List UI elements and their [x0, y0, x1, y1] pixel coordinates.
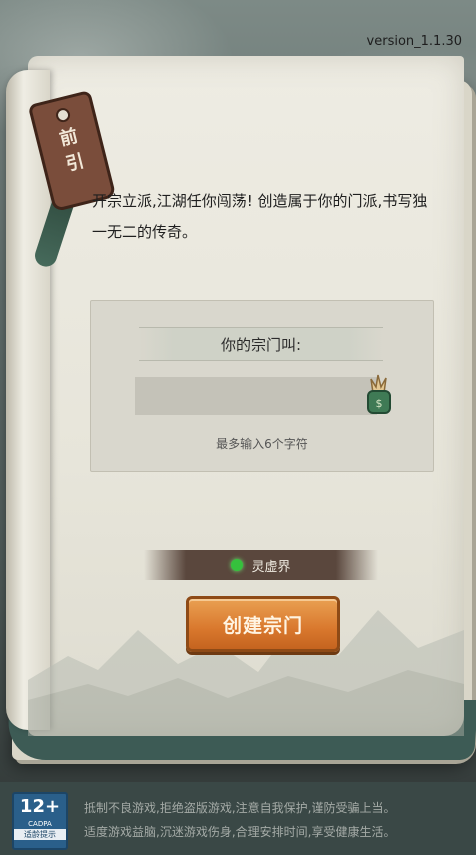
age-rating-org: CADPA	[28, 820, 52, 828]
create-sect-button[interactable]: 创建宗门	[186, 596, 340, 652]
tag-char-2: 引	[63, 150, 87, 176]
health-notice: 抵制不良游戏,拒绝盗版游戏,注意自我保护,谨防受骗上当。 适度游戏益脑,沉迷游戏…	[84, 796, 469, 844]
char-limit-hint: 最多输入6个字符	[216, 437, 308, 451]
footer-bar: 12+ CADPA 适龄提示 抵制不良游戏,拒绝盗版游戏,注意自我保护,谨防受骗…	[0, 782, 476, 855]
sect-name-banner: 你的宗门叫:	[139, 327, 383, 361]
age-rating-number: 12+	[19, 796, 61, 817]
random-name-icon[interactable]: $	[361, 373, 399, 417]
tag-hole	[54, 106, 72, 124]
sect-name-input[interactable]	[135, 377, 377, 415]
svg-text:$: $	[376, 397, 383, 410]
server-name: 灵虚界	[251, 559, 291, 575]
server-status-icon	[231, 559, 244, 571]
health-notice-line-1: 抵制不良游戏,拒绝盗版游戏,注意自我保护,谨防受骗上当。	[84, 801, 396, 815]
version-label: version_1.1.30	[366, 34, 462, 49]
sect-name-panel: 你的宗门叫: $ 最多输入6个字符	[90, 300, 434, 472]
server-selector[interactable]: 灵虚界	[144, 550, 378, 580]
age-rating-badge[interactable]: 12+ CADPA 适龄提示	[12, 792, 68, 850]
age-rating-label: 适龄提示	[14, 829, 66, 840]
health-notice-line-2: 适度游戏益脑,沉迷游戏伤身,合理安排时间,享受健康生活。	[84, 825, 396, 839]
intro-text: 开宗立派,江湖任你闯荡! 创造属于你的门派,书写独一无二的传奇。	[92, 192, 428, 241]
